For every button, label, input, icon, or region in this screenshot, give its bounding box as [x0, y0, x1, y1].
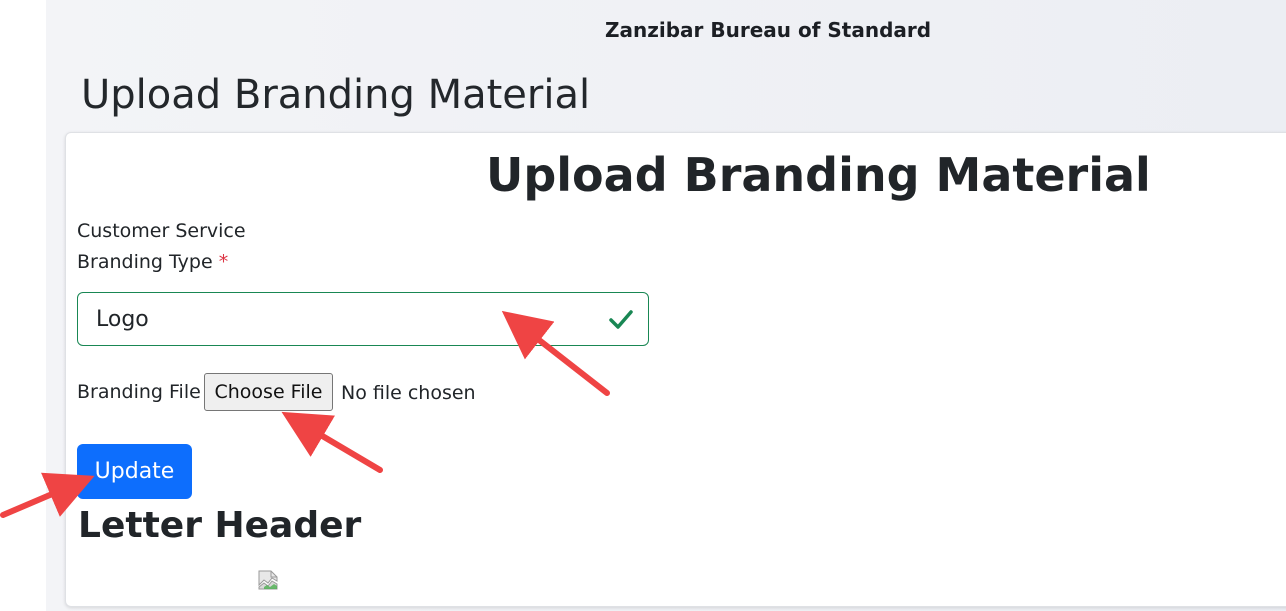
no-file-text: No file chosen	[341, 382, 476, 404]
page-title: Upload Branding Material	[81, 72, 591, 118]
card-title: Upload Branding Material	[486, 148, 1151, 202]
branding-type-label: Branding Type *	[77, 251, 228, 273]
branding-file-label: Branding File	[77, 381, 201, 403]
branding-type-select[interactable]: Logo	[77, 292, 649, 346]
org-name: Zanzibar Bureau of Standard	[605, 18, 932, 42]
letter-header-heading: Letter Header	[78, 505, 362, 546]
broken-image-icon	[258, 570, 278, 590]
branding-type-value: Logo	[96, 307, 149, 332]
update-button[interactable]: Update	[77, 444, 192, 499]
check-icon	[609, 310, 633, 329]
required-mark: *	[218, 251, 229, 273]
branding-type-label-text: Branding Type	[77, 251, 213, 273]
section-label: Customer Service	[77, 220, 246, 242]
choose-file-button[interactable]: Choose File	[204, 373, 333, 411]
